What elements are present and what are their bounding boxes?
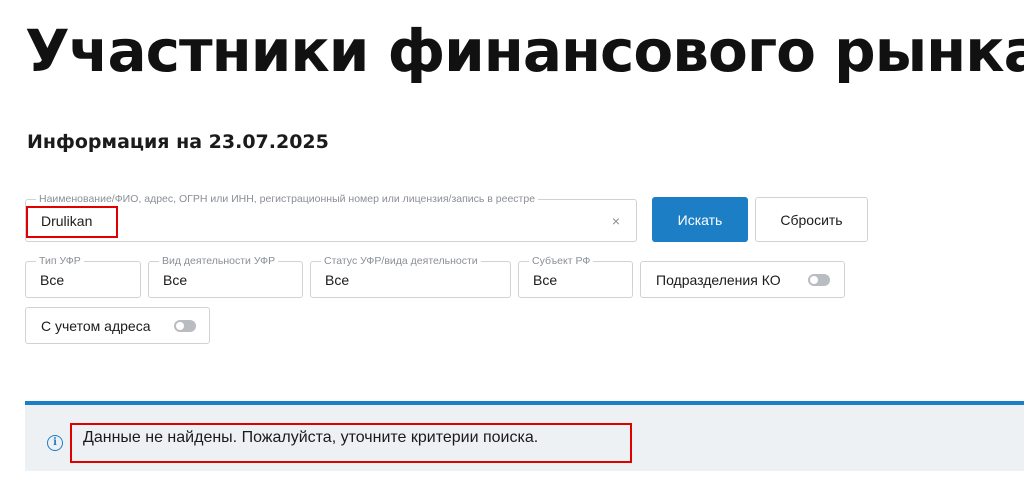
search-input-label: Наименование/ФИО, адрес, ОГРН или ИНН, р… — [36, 193, 539, 206]
toggle-switch-icon[interactable] — [808, 274, 830, 286]
filter-value: Все — [325, 271, 350, 288]
filter-activity-type[interactable]: Вид деятельности УФР Все — [148, 255, 303, 298]
reset-button[interactable]: Сбросить — [755, 197, 868, 242]
filter-status[interactable]: Статус УФР/вида деятельности Все — [310, 255, 511, 298]
filter-value: Все — [163, 271, 188, 288]
filter-value: Все — [533, 271, 558, 288]
page-title: Участники финансового рынка — [25, 17, 1024, 85]
filter-region[interactable]: Субъект РФ Все — [518, 255, 633, 298]
search-button[interactable]: Искать — [652, 197, 748, 242]
clear-icon[interactable]: × — [612, 200, 620, 241]
with-address-label: С учетом адреса — [41, 317, 151, 334]
filter-ufr-type[interactable]: Тип УФР Все — [25, 255, 141, 298]
alert-message: Данные не найдены. Пожалуйста, уточните … — [83, 429, 539, 446]
no-results-alert: i Данные не найдены. Пожалуйста, уточнит… — [25, 401, 1024, 471]
with-address-toggle[interactable]: С учетом адреса — [25, 307, 210, 344]
search-input[interactable]: Наименование/ФИО, адрес, ОГРН или ИНН, р… — [25, 193, 637, 242]
divisions-ko-label: Подразделения КО — [656, 271, 781, 288]
info-date-heading: Информация на 23.07.2025 — [27, 131, 329, 153]
filter-value: Все — [40, 271, 65, 288]
info-icon: i — [47, 435, 63, 451]
divisions-ko-toggle[interactable]: Подразделения КО — [640, 261, 845, 298]
toggle-switch-icon[interactable] — [174, 320, 196, 332]
search-input-value[interactable]: Drulikan — [41, 200, 92, 241]
